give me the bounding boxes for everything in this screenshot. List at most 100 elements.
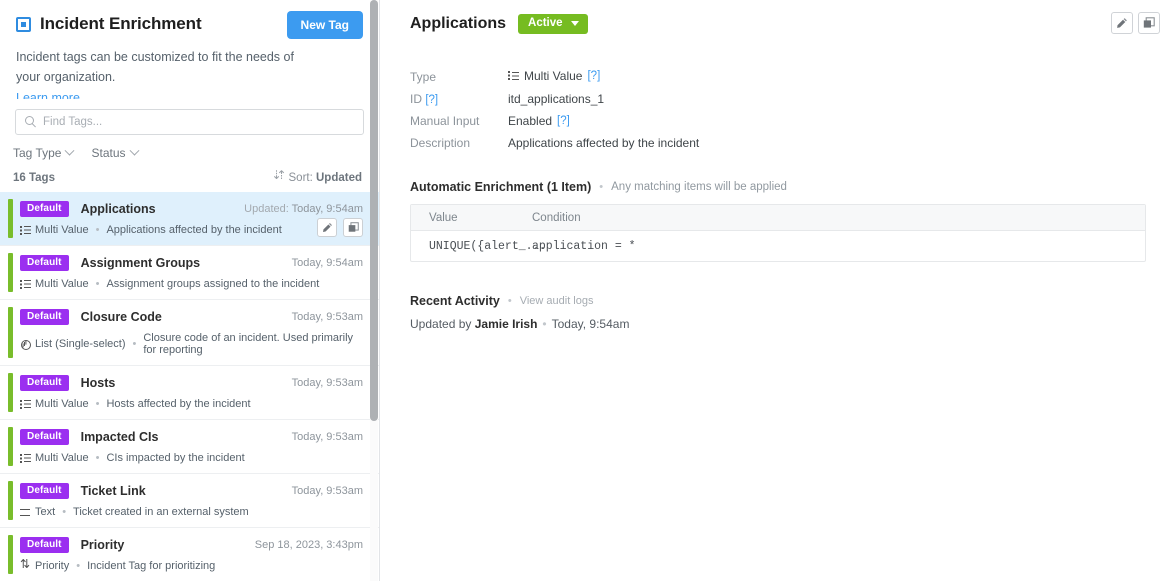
help-icon[interactable]: [?] [557,115,570,127]
filter-tag-type[interactable]: Tag Type [13,146,73,160]
tag-name: Hosts [81,376,116,390]
tag-type-label: Priority [35,560,69,572]
tag-row-secondary: Multi Value • Applications affected by t… [20,224,363,236]
tag-description: Hosts affected by the incident [106,398,250,410]
property-row: Type Multi Value[?] [410,69,1158,85]
tag-list-item[interactable]: Default Closure Code Today, 9:53am List … [0,300,379,366]
tag-timestamp: Today, 9:53am [292,377,363,389]
multi-value-icon [508,70,519,81]
tag-description: CIs impacted by the incident [106,452,244,464]
list-single-select-icon [20,339,31,350]
property-key: Manual Input [410,114,508,128]
property-value: Multi Value [?] [508,69,600,83]
tag-row-actions [317,218,363,237]
tag-timestamp: Today, 9:54am [292,257,363,269]
text-icon [20,507,31,518]
tag-description: Closure code of an incident. Used primar… [143,332,363,356]
column-header-condition: Condition [531,212,1145,224]
detail-panel: Applications Active Type Multi [380,0,1174,581]
tag-row-secondary: Text • Ticket created in an external sys… [20,506,363,518]
sort-label: Sort: Updated [289,172,362,184]
filter-row: Tag Type Status [0,135,379,160]
enrichment-table-row[interactable]: UNIQUE({alert_... application = * [411,231,1145,261]
tag-type: List (Single-select) [20,338,125,350]
help-icon[interactable]: [?] [425,94,438,106]
tag-list-item[interactable]: Default Assignment Groups Today, 9:54am … [0,246,379,300]
sort-control[interactable]: Sort: Updated [273,172,362,184]
filter-status[interactable]: Status [91,146,137,160]
separator-dot: • [132,338,136,350]
property-value: itd_applications_1 [508,92,604,106]
tag-type-label: Multi Value [35,452,89,464]
separator-dot: • [62,506,66,518]
tag-color-bar [8,481,13,520]
activity-entry: Updated by Jamie Irish•Today, 9:54am [410,317,1158,331]
learn-more-link[interactable]: Learn more [16,88,363,99]
status-badge[interactable]: Active [518,14,588,34]
filter-status-label: Status [91,146,125,160]
chevron-down-icon [129,145,139,155]
sidebar-link-clipped: Learn more [16,88,363,99]
tag-name: Closure Code [81,310,162,324]
search-input[interactable] [43,116,363,128]
tag-list-item[interactable]: Default Applications Updated: Today, 9:5… [0,192,379,246]
property-key: Description [410,136,508,150]
separator-dot: • [96,278,100,290]
duplicate-button[interactable] [1138,12,1160,34]
square-dot-icon [16,17,31,32]
scrollbar-thumb[interactable] [370,0,378,421]
search-box[interactable] [15,109,364,135]
enrichment-value: UNIQUE({alert_... [411,240,531,253]
property-value-text: Multi Value [524,69,582,83]
sidebar-description: Incident tags can be customized to fit t… [16,47,306,87]
status-badge-label: Active [528,18,563,30]
tag-color-bar [8,199,13,238]
activity-title: Recent Activity [410,294,500,308]
tag-color-bar [8,253,13,292]
tag-list-item[interactable]: Default Ticket Link Today, 9:53am Text •… [0,474,379,528]
tag-row-primary: Default Hosts Today, 9:53am [20,375,363,391]
tag-name: Assignment Groups [81,256,200,270]
help-icon[interactable]: [?] [587,70,600,82]
multi-value-icon [20,225,31,236]
separator-dot: • [96,224,100,236]
new-tag-button[interactable]: New Tag [287,11,363,39]
row-edit-button[interactable] [317,218,337,237]
tag-row-secondary: List (Single-select) • Closure code of a… [20,332,363,356]
tag-type: Multi Value [20,452,89,464]
app-root: Incident Enrichment New Tag Incident tag… [0,0,1174,581]
tag-description: Assignment groups assigned to the incide… [106,278,319,290]
row-duplicate-button[interactable] [343,218,363,237]
tag-row-primary: Default Assignment Groups Today, 9:54am [20,255,363,271]
tag-badge: Default [20,309,69,325]
edit-icon [322,222,333,233]
activity-prefix: Updated by [410,317,475,331]
duplicate-icon [348,222,359,233]
tag-count: 16 Tags [13,172,55,184]
recent-activity-section: Recent Activity • View audit logs Update… [410,294,1158,331]
tag-name: Priority [81,538,125,552]
separator-dot: • [96,398,100,410]
tag-row-primary: Default Closure Code Today, 9:53am [20,309,363,325]
tag-list-item[interactable]: Default Impacted CIs Today, 9:53am Multi… [0,420,379,474]
activity-user: Jamie Irish [475,317,538,331]
edit-button[interactable] [1111,12,1133,34]
enrichment-section-header: Automatic Enrichment (1 Item) • Any matc… [410,180,1158,194]
view-audit-logs-link[interactable]: View audit logs [520,295,594,307]
detail-header: Applications Active [410,14,1158,34]
tag-list-item[interactable]: Default Hosts Today, 9:53am Multi Value … [0,366,379,420]
tag-type-label: Multi Value [35,278,89,290]
tag-timestamp: Today, 9:53am [292,311,363,323]
separator-dot: • [76,560,80,572]
tag-row-primary: Default Priority Sep 18, 2023, 3:43pm [20,537,363,553]
tag-description: Ticket created in an external system [73,506,249,518]
priority-icon [20,561,31,572]
tag-color-bar [8,427,13,466]
search-container [0,99,379,135]
tag-description: Incident Tag for prioritizing [87,560,215,572]
tag-type-label: Multi Value [35,398,89,410]
enrichment-table: Value Condition UNIQUE({alert_... applic… [410,204,1146,262]
multi-value-icon [20,279,31,290]
tag-row-primary: Default Ticket Link Today, 9:53am [20,483,363,499]
tag-list-item[interactable]: Default Priority Sep 18, 2023, 3:43pm Pr… [0,528,379,581]
